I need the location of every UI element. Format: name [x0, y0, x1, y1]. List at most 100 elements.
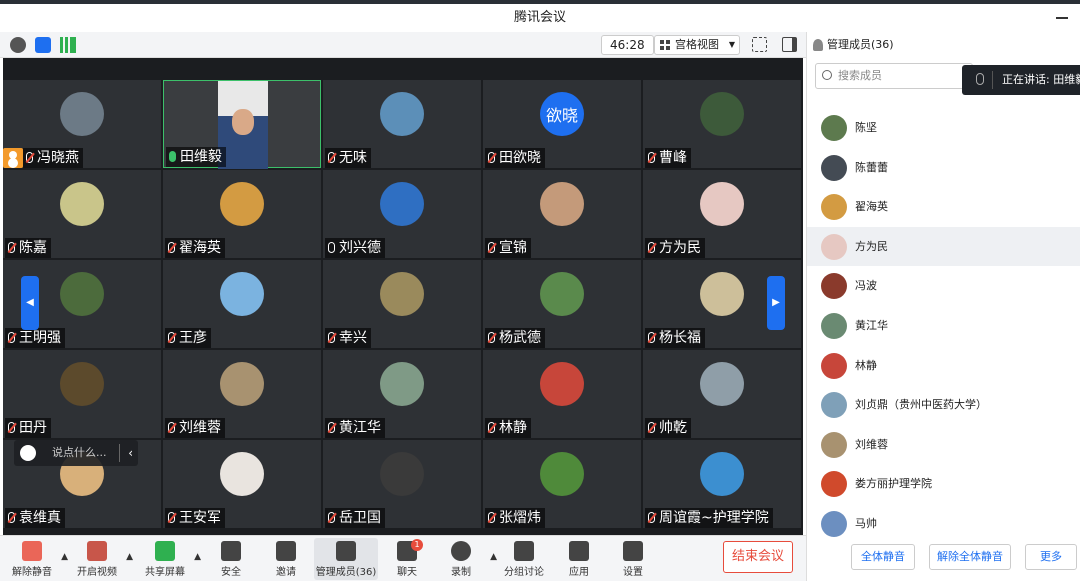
video-tile[interactable]: 刘兴德 — [323, 170, 481, 258]
video-tile[interactable]: 周谊霞~护理学院 — [643, 440, 801, 528]
video-tile[interactable]: 幸兴 — [323, 260, 481, 348]
video-tile[interactable]: 王安军 — [163, 440, 321, 528]
participant-name-text: 周谊霞~护理学院 — [659, 510, 769, 526]
avatar — [821, 471, 847, 498]
invite-button[interactable]: 邀请 — [256, 538, 316, 580]
video-tile[interactable]: 田丹 — [3, 350, 161, 438]
panel-title: 管理成员(36) — [827, 38, 894, 51]
emoji-icon[interactable] — [20, 445, 36, 461]
prev-page-button[interactable]: ◀ — [21, 276, 39, 330]
caret-up-icon[interactable]: ▲ — [194, 552, 201, 562]
video-tile[interactable]: 杨武德 — [483, 260, 641, 348]
video-tile[interactable]: 陈嘉 — [3, 170, 161, 258]
member-name: 林静 — [855, 358, 877, 372]
record-button[interactable]: 录制 ▲ — [431, 538, 497, 580]
video-tile[interactable]: 翟海英 — [163, 170, 321, 258]
video-tile[interactable]: 岳卫国 — [323, 440, 481, 528]
next-page-button[interactable]: ▶ — [767, 276, 785, 330]
member-list-item[interactable]: 刘贞鼎（贵州中医药大学） — [807, 385, 1080, 425]
sidebar-toggle-icon[interactable] — [782, 37, 797, 52]
minimize-icon[interactable] — [1056, 10, 1070, 24]
breakout-button[interactable]: 分组讨论 — [494, 538, 554, 580]
gear-button[interactable]: 设置 — [603, 538, 663, 580]
person-icon — [813, 39, 823, 51]
unmute-all-button[interactable]: 解除全体静音 — [929, 544, 1011, 570]
video-tile[interactable]: 宣锦 — [483, 170, 641, 258]
avatar — [540, 362, 584, 406]
apps-button[interactable]: 应用 — [549, 538, 609, 580]
mic-muted-icon — [168, 242, 175, 253]
shield-button[interactable]: 安全 — [201, 538, 261, 580]
mic-muted-icon — [8, 242, 15, 253]
chat-button[interactable]: 聊天 1 — [377, 538, 437, 580]
member-list-item[interactable]: 冯波 — [807, 266, 1080, 306]
member-list-item[interactable]: 林静 — [807, 346, 1080, 386]
member-list-item[interactable]: 陈蕾蕾 — [807, 148, 1080, 188]
chat-input-popup[interactable]: 说点什么... ‹ — [14, 440, 138, 466]
avatar — [700, 452, 744, 496]
participant-name: 袁维真 — [5, 508, 65, 528]
end-meeting-button[interactable]: 结束会议 — [723, 541, 793, 573]
participant-name: 黄江华 — [325, 418, 385, 438]
video-tile[interactable]: 黄江华 — [323, 350, 481, 438]
fullscreen-icon[interactable] — [752, 37, 767, 52]
info-icon[interactable] — [10, 37, 26, 53]
shield-icon[interactable] — [35, 37, 51, 53]
member-list-item[interactable]: 方为民 — [807, 226, 1080, 267]
participant-name: 田欲晓 — [485, 148, 545, 168]
participant-name: 刘兴德 — [325, 238, 385, 258]
video-tile[interactable]: 无味 — [323, 80, 481, 168]
member-list-item[interactable]: 陈坚 — [807, 108, 1080, 148]
video-tile[interactable]: 方为民 — [643, 170, 801, 258]
view-mode-select[interactable]: 宫格视图 ▼ — [654, 35, 740, 55]
button-label: 聊天 — [397, 567, 417, 578]
avatar — [220, 272, 264, 316]
video-tile[interactable]: 林静 — [483, 350, 641, 438]
apps-icon — [569, 541, 589, 561]
participant-name-text: 方为民 — [659, 240, 701, 256]
mic-icon — [328, 242, 335, 253]
mic-muted-button[interactable]: 解除静音 ▲ — [2, 538, 68, 580]
video-tile[interactable]: 帅乾 — [643, 350, 801, 438]
participant-name: 周谊霞~护理学院 — [645, 508, 773, 528]
avatar — [380, 272, 424, 316]
mic-muted-icon — [488, 152, 495, 163]
mute-all-button[interactable]: 全体静音 — [851, 544, 915, 570]
more-button[interactable]: 更多 — [1025, 544, 1077, 570]
video-tile[interactable]: 刘维蓉 — [163, 350, 321, 438]
mic-muted-icon — [26, 152, 33, 163]
participant-name: 冯晓燕 — [23, 148, 83, 168]
participant-name-text: 王彦 — [179, 330, 207, 346]
video-tile[interactable]: 王彦 — [163, 260, 321, 348]
members-button[interactable]: 管理成员(36) — [314, 538, 378, 580]
collapse-icon[interactable]: ‹ — [128, 440, 133, 466]
mic-muted-icon — [168, 422, 175, 433]
avatar — [821, 431, 847, 458]
button-label: 分组讨论 — [504, 567, 544, 578]
avatar — [700, 182, 744, 226]
member-list-item[interactable]: 刘维蓉 — [807, 425, 1080, 465]
video-off-button[interactable]: 开启视频 ▲ — [67, 538, 133, 580]
video-tile[interactable]: 张熠炜 — [483, 440, 641, 528]
participant-name: 王彦 — [165, 328, 211, 348]
participant-name: 杨长福 — [645, 328, 705, 348]
participant-name: 幸兴 — [325, 328, 371, 348]
button-label: 解除静音 — [12, 567, 52, 578]
avatar — [821, 194, 847, 221]
share-screen-button[interactable]: 共享屏幕 ▲ — [135, 538, 201, 580]
member-name: 刘贞鼎（贵州中医药大学） — [855, 398, 987, 412]
member-list-item[interactable]: 黄江华 — [807, 306, 1080, 346]
video-tile[interactable]: 欲晓 田欲晓 — [483, 80, 641, 168]
signal-icon[interactable] — [60, 37, 76, 53]
member-list-item[interactable]: 翟海英 — [807, 187, 1080, 227]
participant-name: 翟海英 — [165, 238, 225, 258]
video-tile[interactable]: 曹峰 — [643, 80, 801, 168]
participant-name: 陈嘉 — [5, 238, 51, 258]
mic-muted-icon — [8, 422, 15, 433]
caret-up-icon[interactable]: ▲ — [126, 552, 133, 562]
video-tile[interactable]: 田维毅 — [163, 80, 321, 169]
video-tile[interactable]: 冯晓燕 — [3, 80, 161, 168]
participant-name-text: 翟海英 — [179, 240, 221, 256]
member-search-input[interactable]: 搜索成员 — [815, 63, 973, 89]
member-list-item[interactable]: 娄方丽护理学院 — [807, 464, 1080, 504]
